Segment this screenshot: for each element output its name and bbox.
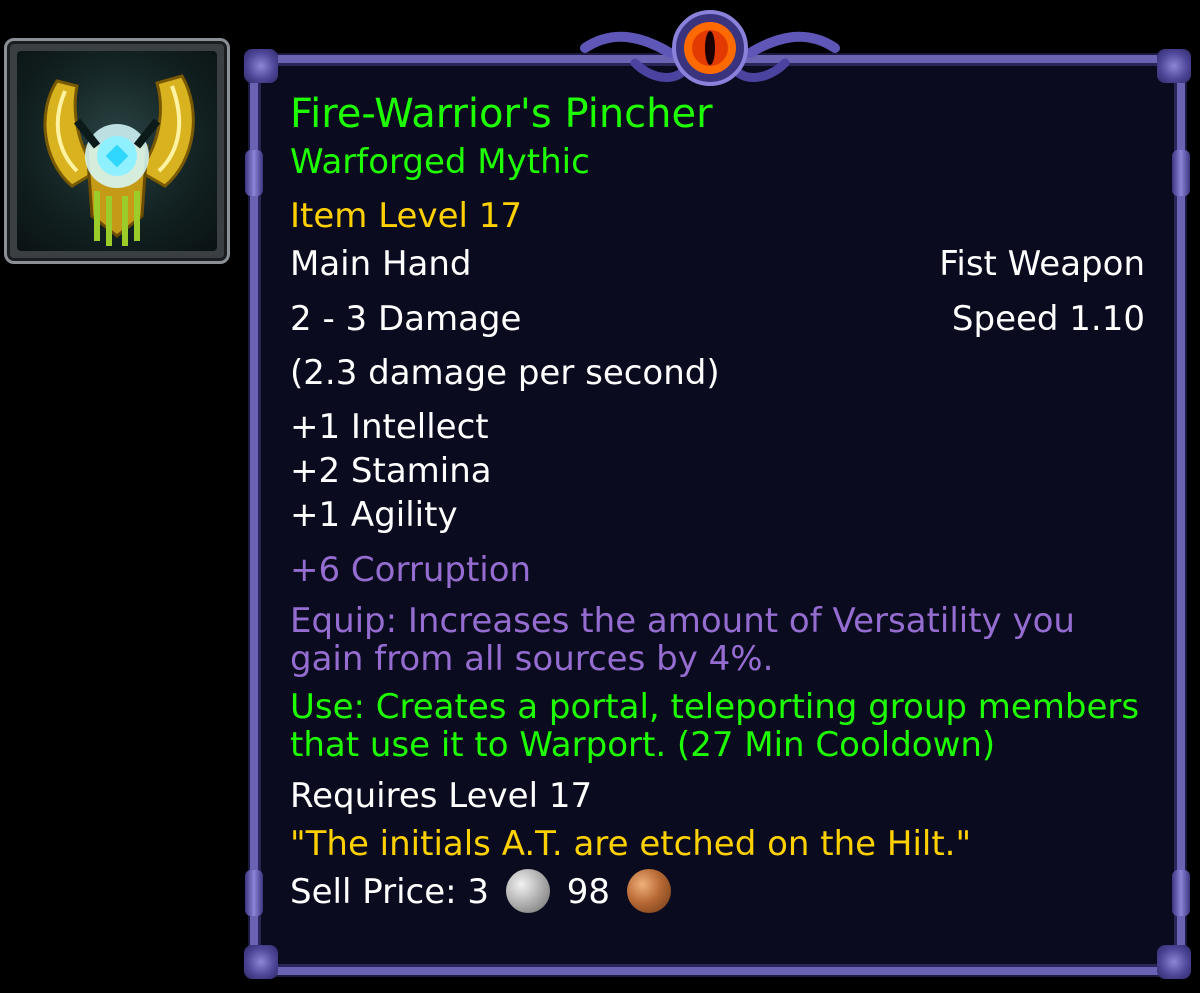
corruption-stat: +6 Corruption: [290, 549, 532, 590]
gold-winged-gauntlet-icon: [17, 51, 217, 251]
flavor-text: "The initials A.T. are etched on the Hil…: [290, 824, 972, 865]
corruption-eye-icon: [580, 10, 840, 86]
frame-corner-ornament: [244, 945, 278, 979]
item-type: Fist Weapon: [939, 244, 1145, 285]
frame-corner-ornament: [244, 49, 278, 83]
silver-coin-icon: [505, 868, 550, 913]
sell-price-copper: 98: [566, 872, 610, 913]
stat-line: +1 Intellect: [290, 406, 489, 447]
sell-price-silver: 3: [467, 872, 490, 913]
item-slot: Main Hand: [290, 244, 472, 285]
stat-line: +1 Agility: [290, 495, 458, 536]
stat-line: +2 Stamina: [290, 451, 492, 492]
slot-row: Main Hand Fist Weapon: [290, 242, 1145, 286]
damage-row: 2 - 3 Damage Speed 1.10: [290, 297, 1145, 341]
sell-price-label: Sell Price:: [290, 872, 457, 913]
frame-corner-ornament: [1157, 49, 1191, 83]
tooltip-content: Fire-Warrior's Pincher Warforged Mythic …: [290, 88, 1145, 916]
frame-edge-ornament: [1172, 870, 1190, 916]
item-icon-frame[interactable]: [4, 38, 230, 264]
frame-corner-ornament: [1157, 945, 1191, 979]
item-damage: 2 - 3 Damage: [290, 298, 522, 339]
frame-edge-ornament: [245, 150, 263, 196]
item-speed: Speed 1.10: [951, 298, 1145, 339]
item-name: Fire-Warrior's Pincher: [290, 91, 713, 137]
frame-edge-ornament: [1172, 150, 1190, 196]
frame-edge-ornament: [245, 870, 263, 916]
item-level: Item Level 17: [290, 196, 523, 237]
copper-coin-icon: [626, 868, 671, 913]
item-quality: Warforged Mythic: [290, 142, 590, 182]
required-level: Requires Level 17: [290, 776, 593, 816]
equip-effect: Equip: Increases the amount of Versatili…: [290, 600, 1075, 679]
use-effect: Use: Creates a portal, teleporting group…: [290, 686, 1140, 765]
item-dps: (2.3 damage per second): [290, 352, 720, 393]
sell-price: Sell Price: 3 98: [290, 868, 1145, 916]
